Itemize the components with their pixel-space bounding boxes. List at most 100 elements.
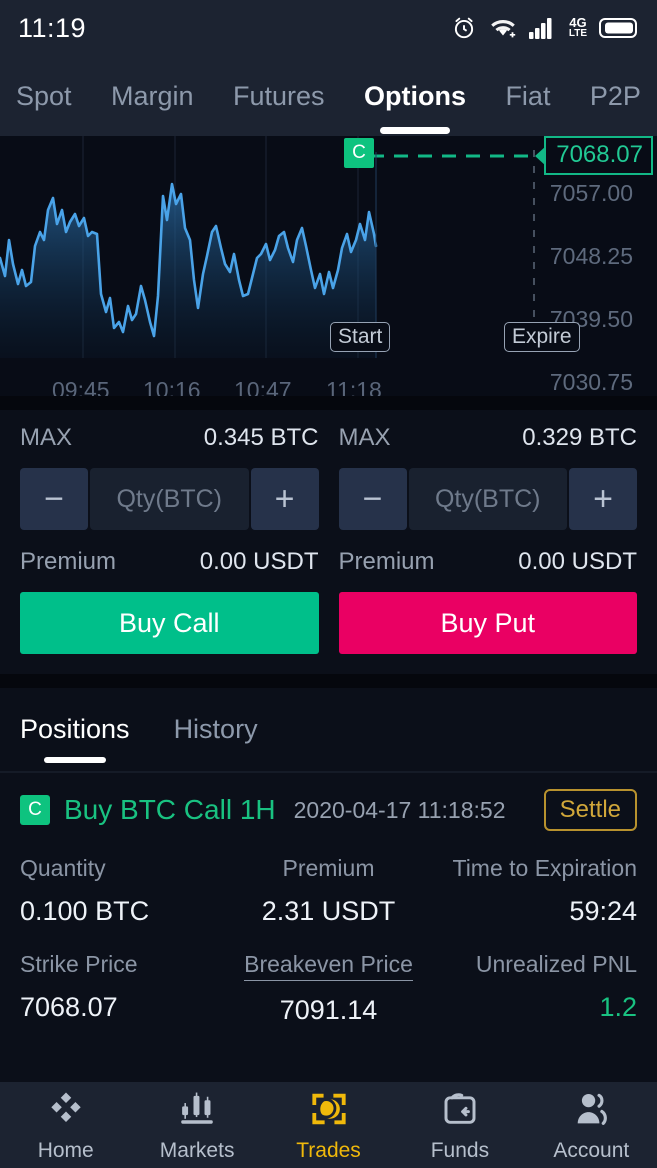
x-tick-1: 10:16 <box>143 376 201 397</box>
x-tick-2: 10:47 <box>234 376 292 397</box>
nav-label-account: Account <box>553 1138 630 1162</box>
nav-label-markets: Markets <box>159 1138 235 1162</box>
call-premium-row: Premium 0.00 USDT <box>20 548 319 576</box>
y-tick-0: 7057.00 <box>549 180 633 206</box>
tab-options[interactable]: Options <box>364 81 466 112</box>
nav-label-trades: Trades <box>296 1138 361 1162</box>
strike-price-cell: Strike Price 7068.07 <box>20 951 226 1026</box>
nav-item-account[interactable]: Account <box>526 1088 657 1163</box>
call-badge-icon: C <box>20 795 50 825</box>
y-tick-1: 7048.25 <box>549 243 633 269</box>
nav-item-markets[interactable]: Markets <box>131 1088 262 1163</box>
person-icon <box>570 1088 612 1135</box>
call-max-value: 0.345 BTC <box>203 424 319 451</box>
breakeven-price-value: 7091.14 <box>279 995 378 1025</box>
position-title: Buy BTC Call 1H <box>64 794 276 825</box>
alarm-clock-icon <box>451 15 477 41</box>
order-entry-panel: MAX 0.345 BTC − Qty(BTC) + Premium 0.00 … <box>0 410 657 674</box>
expire-marker: Expire <box>504 322 580 352</box>
trades-circle-icon <box>308 1088 350 1135</box>
nav-label-home: Home <box>37 1138 94 1162</box>
tab-positions[interactable]: Positions <box>20 714 130 767</box>
time-to-expiration-cell: Time to Expiration 59:24 <box>431 855 638 927</box>
market-type-tabs: Spot Margin Futures Options Fiat P2P <box>0 56 657 136</box>
status-time: 11:19 <box>18 12 87 43</box>
put-max-value: 0.329 BTC <box>522 424 637 451</box>
section-divider-2 <box>0 674 657 688</box>
put-increment-button[interactable]: + <box>569 468 637 530</box>
call-entry-marker-icon: C <box>344 138 374 168</box>
premium-value: 2.31 USDT <box>261 896 396 926</box>
start-marker: Start <box>330 322 391 352</box>
call-quantity-stepper: − Qty(BTC) + <box>20 468 319 530</box>
position-details-row-1: Quantity 0.100 BTC Premium 2.31 USDT Tim… <box>20 855 637 927</box>
call-premium-label: Premium <box>20 548 117 575</box>
status-icons: 4G LTE <box>451 15 639 41</box>
position-timestamp: 2020-04-17 11:18:52 <box>293 796 506 823</box>
tab-margin[interactable]: Margin <box>111 81 194 112</box>
chart-y-axis: 7057.00 7048.25 7039.50 7030.75 <box>550 180 633 396</box>
wifi-icon <box>489 16 517 40</box>
position-card[interactable]: C Buy BTC Call 1H 2020-04-17 11:18:52 Se… <box>0 773 657 1026</box>
4g-lte-icon: 4G LTE <box>568 16 587 40</box>
quantity-cell: Quantity 0.100 BTC <box>20 855 226 927</box>
bottom-navigation: Home Markets Trades Funds Account <box>0 1082 657 1168</box>
candlestick-icon <box>176 1088 218 1135</box>
battery-icon <box>599 17 639 39</box>
strike-price-value: 7068.07 <box>20 992 118 1022</box>
section-divider <box>0 396 657 410</box>
quantity-label: Quantity <box>20 855 106 881</box>
call-max-label[interactable]: MAX <box>20 424 72 452</box>
call-max-row: MAX 0.345 BTC <box>20 424 319 452</box>
nav-label-funds: Funds <box>430 1138 490 1162</box>
tab-fiat[interactable]: Fiat <box>505 81 550 112</box>
nav-item-home[interactable]: Home <box>0 1088 131 1163</box>
buy-call-button[interactable]: Buy Call <box>20 592 319 654</box>
x-tick-0: 09:45 <box>52 376 110 397</box>
breakeven-price-cell: Breakeven Price 7091.14 <box>226 951 432 1026</box>
nav-item-funds[interactable]: Funds <box>394 1088 525 1163</box>
tab-p2p[interactable]: P2P <box>590 81 641 112</box>
put-premium-row: Premium 0.00 USDT <box>339 548 638 576</box>
position-header: C Buy BTC Call 1H 2020-04-17 11:18:52 Se… <box>20 789 637 831</box>
nav-item-trades[interactable]: Trades <box>263 1088 394 1163</box>
put-qty-input[interactable]: Qty(BTC) <box>408 468 567 530</box>
strike-price-label: Strike Price <box>20 951 138 977</box>
time-to-expiration-label: Time to Expiration <box>452 855 638 881</box>
tab-spot[interactable]: Spot <box>16 81 72 112</box>
premium-label: Premium <box>282 855 375 881</box>
call-qty-input[interactable]: Qty(BTC) <box>90 468 249 530</box>
premium-cell: Premium 2.31 USDT <box>226 855 432 927</box>
put-decrement-button[interactable]: − <box>338 468 407 530</box>
put-premium-value: 0.00 USDT <box>518 548 637 575</box>
time-to-expiration-value: 59:24 <box>569 896 637 926</box>
x-tick-3: 11:18 <box>326 376 382 397</box>
unrealized-pnl-label: Unrealized PNL <box>475 951 637 977</box>
call-decrement-button[interactable]: − <box>20 468 88 530</box>
put-premium-label: Premium <box>338 548 435 575</box>
breakeven-price-label[interactable]: Breakeven Price <box>244 951 413 981</box>
network-tech: LTE <box>568 28 587 40</box>
price-chart[interactable]: C 7068.07 7057.00 7048.25 7039.50 7030.7… <box>0 136 657 396</box>
positions-tabs: Positions History <box>0 688 657 767</box>
unrealized-pnl-cell: Unrealized PNL 1.2 <box>431 951 637 1026</box>
positions-section: Positions History C Buy BTC Call 1H 2020… <box>0 688 657 1026</box>
status-bar: 11:19 4G LTE <box>0 0 657 56</box>
current-price-flag: 7068.07 <box>544 136 653 175</box>
tab-history[interactable]: History <box>174 714 258 767</box>
put-max-row: MAX 0.329 BTC <box>339 424 638 452</box>
wallet-icon <box>439 1088 481 1135</box>
put-max-label[interactable]: MAX <box>339 424 391 452</box>
unrealized-pnl-value: 1.2 <box>599 992 637 1022</box>
put-order-column: MAX 0.329 BTC − Qty(BTC) + Premium 0.00 … <box>329 424 657 654</box>
tab-futures[interactable]: Futures <box>233 81 325 112</box>
y-tick-3: 7030.75 <box>549 369 633 395</box>
signal-bars-icon <box>528 17 557 39</box>
put-quantity-stepper: − Qty(BTC) + <box>338 468 637 530</box>
position-details-row-2: Strike Price 7068.07 Breakeven Price 709… <box>20 951 637 1026</box>
quantity-value: 0.100 BTC <box>20 896 150 926</box>
settle-button[interactable]: Settle <box>543 789 637 831</box>
buy-put-button[interactable]: Buy Put <box>338 592 637 654</box>
binance-diamond-icon <box>45 1088 87 1135</box>
call-increment-button[interactable]: + <box>250 468 319 530</box>
